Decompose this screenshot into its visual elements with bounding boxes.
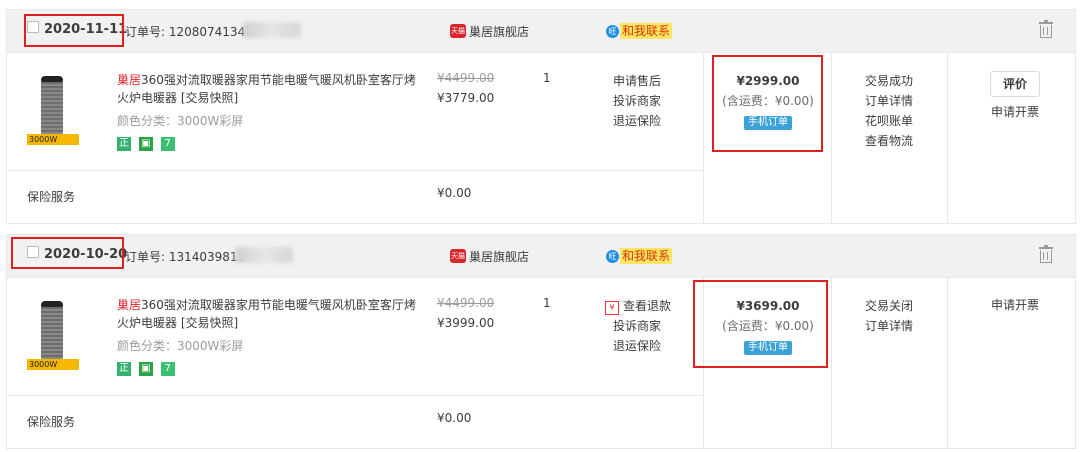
wangwang-icon[interactable]: 旺 bbox=[606, 25, 619, 38]
heater-image bbox=[41, 78, 63, 136]
power-tag: 3000W bbox=[27, 134, 79, 145]
quantity: 1 bbox=[543, 71, 551, 85]
complain-link[interactable]: 投诉商家 bbox=[613, 91, 661, 111]
power-tag: 3000W bbox=[27, 359, 79, 370]
insurance-label: 保险服务 bbox=[27, 190, 76, 204]
rate-button[interactable]: 评价 bbox=[990, 71, 1040, 97]
product-spec: 颜色分类：3000W彩屏 bbox=[117, 339, 244, 353]
order-header: 2020-10-20 订单号: 1314039816 天猫 巢居旗舰店 旺 和我… bbox=[7, 235, 1075, 278]
contact-seller-link[interactable]: 和我联系 bbox=[620, 248, 673, 264]
product-badges: 正 ▣ 7 bbox=[117, 360, 179, 376]
insurance-price: ¥0.00 bbox=[437, 186, 472, 200]
product-image[interactable]: 3000W bbox=[27, 297, 79, 370]
contact-seller-link[interactable]: 和我联系 bbox=[620, 23, 673, 39]
shop-name-link[interactable]: 巢居旗舰店 bbox=[469, 248, 529, 265]
track-logistics-link[interactable]: 查看物流 bbox=[865, 131, 913, 151]
invoice-link[interactable]: 申请开票 bbox=[955, 103, 1075, 120]
guarantee-badge-icon[interactable]: ▣ bbox=[138, 137, 153, 151]
order-operations: 评价 申请开票 bbox=[955, 71, 1075, 120]
product-spec: 颜色分类：3000W彩屏 bbox=[117, 114, 244, 128]
delete-order-icon[interactable] bbox=[1039, 245, 1053, 263]
insurance-price: ¥0.00 bbox=[437, 411, 472, 425]
tmall-icon: 天猫 bbox=[450, 249, 466, 263]
order-card: 2020-11-11 订单号: 12080741347 天猫 巢居旗舰店 旺 和… bbox=[6, 9, 1076, 224]
product-title-link[interactable]: 巢居360强对流取暖器家用节能电暖气暖风机卧室客厅烤火炉电暖器 [交易快照] bbox=[117, 296, 417, 332]
genuine-badge-icon[interactable]: 正 bbox=[117, 137, 131, 151]
genuine-badge-icon[interactable]: 正 bbox=[117, 362, 131, 376]
seven-day-return-badge-icon[interactable]: 7 bbox=[160, 137, 175, 151]
product-image[interactable]: 3000W bbox=[27, 72, 79, 145]
service-links: ¥ 查看退款 投诉商家 退运保险 bbox=[605, 296, 671, 356]
total-highlight-box bbox=[712, 55, 823, 152]
tmall-icon: 天猫 bbox=[450, 24, 466, 38]
order-number-redaction bbox=[243, 22, 301, 38]
product-title: 360强对流取暖器家用节能电暖气暖风机卧室客厅烤火炉电暖器 [交易快照] bbox=[117, 73, 416, 105]
order-status: 交易关闭 订单详情 bbox=[865, 296, 913, 336]
invoice-link[interactable]: 申请开票 bbox=[955, 296, 1075, 313]
seven-day-return-badge-icon[interactable]: 7 bbox=[160, 362, 175, 376]
order-operations: 申请开票 bbox=[955, 296, 1075, 313]
heater-image bbox=[41, 303, 63, 361]
guarantee-badge-icon[interactable]: ▣ bbox=[138, 362, 153, 376]
product-title-link[interactable]: 巢居360强对流取暖器家用节能电暖气暖风机卧室客厅烤火炉电暖器 [交易快照] bbox=[117, 71, 417, 107]
unit-price: ¥3999.00 bbox=[437, 316, 495, 330]
order-detail-link[interactable]: 订单详情 bbox=[865, 316, 913, 336]
return-insurance-link[interactable]: 退运保险 bbox=[613, 111, 661, 131]
refund-icon: ¥ bbox=[605, 301, 619, 315]
shop-name-link[interactable]: 巢居旗舰店 bbox=[469, 23, 529, 40]
order-number-redaction bbox=[235, 247, 293, 263]
date-highlight-box bbox=[24, 14, 124, 47]
product-badges: 正 ▣ 7 bbox=[117, 135, 179, 151]
order-body: 3000W 巢居360强对流取暖器家用节能电暖气暖风机卧室客厅烤火炉电暖器 [交… bbox=[7, 53, 1075, 223]
complain-link[interactable]: 投诉商家 bbox=[605, 316, 671, 336]
original-price: ¥4499.00 bbox=[437, 296, 495, 310]
order-header: 2020-11-11 订单号: 12080741347 天猫 巢居旗舰店 旺 和… bbox=[7, 10, 1075, 53]
order-status: 交易成功 订单详情 花呗账单 查看物流 bbox=[865, 71, 913, 151]
order-card: 2020-10-20 订单号: 1314039816 天猫 巢居旗舰店 旺 和我… bbox=[6, 234, 1076, 449]
order-number: 订单号: 1314039816 bbox=[125, 250, 246, 264]
return-insurance-link[interactable]: 退运保险 bbox=[605, 336, 671, 356]
quantity: 1 bbox=[543, 296, 551, 310]
order-body: 3000W 巢居360强对流取暖器家用节能电暖气暖风机卧室客厅烤火炉电暖器 [交… bbox=[7, 278, 1075, 448]
date-highlight-box bbox=[11, 237, 124, 269]
product-title: 360强对流取暖器家用节能电暖气暖风机卧室客厅烤火炉电暖器 [交易快照] bbox=[117, 298, 416, 330]
status-text: 交易成功 bbox=[865, 74, 914, 88]
original-price: ¥4499.00 bbox=[437, 71, 495, 85]
total-highlight-box bbox=[693, 280, 828, 368]
product-brand: 巢居 bbox=[117, 298, 142, 312]
after-sales-link[interactable]: 申请售后 bbox=[613, 71, 661, 91]
wangwang-icon[interactable]: 旺 bbox=[606, 250, 619, 263]
view-refund-link[interactable]: 查看退款 bbox=[623, 299, 671, 313]
service-links: 申请售后 投诉商家 退运保险 bbox=[613, 71, 661, 131]
insurance-label: 保险服务 bbox=[27, 415, 76, 429]
delete-order-icon[interactable] bbox=[1039, 20, 1053, 38]
status-text: 交易关闭 bbox=[865, 299, 914, 313]
unit-price: ¥3779.00 bbox=[437, 91, 495, 105]
order-number: 订单号: 12080741347 bbox=[125, 25, 253, 39]
product-brand: 巢居 bbox=[117, 73, 142, 87]
huabei-bill-link[interactable]: 花呗账单 bbox=[865, 111, 913, 131]
order-detail-link[interactable]: 订单详情 bbox=[865, 91, 913, 111]
